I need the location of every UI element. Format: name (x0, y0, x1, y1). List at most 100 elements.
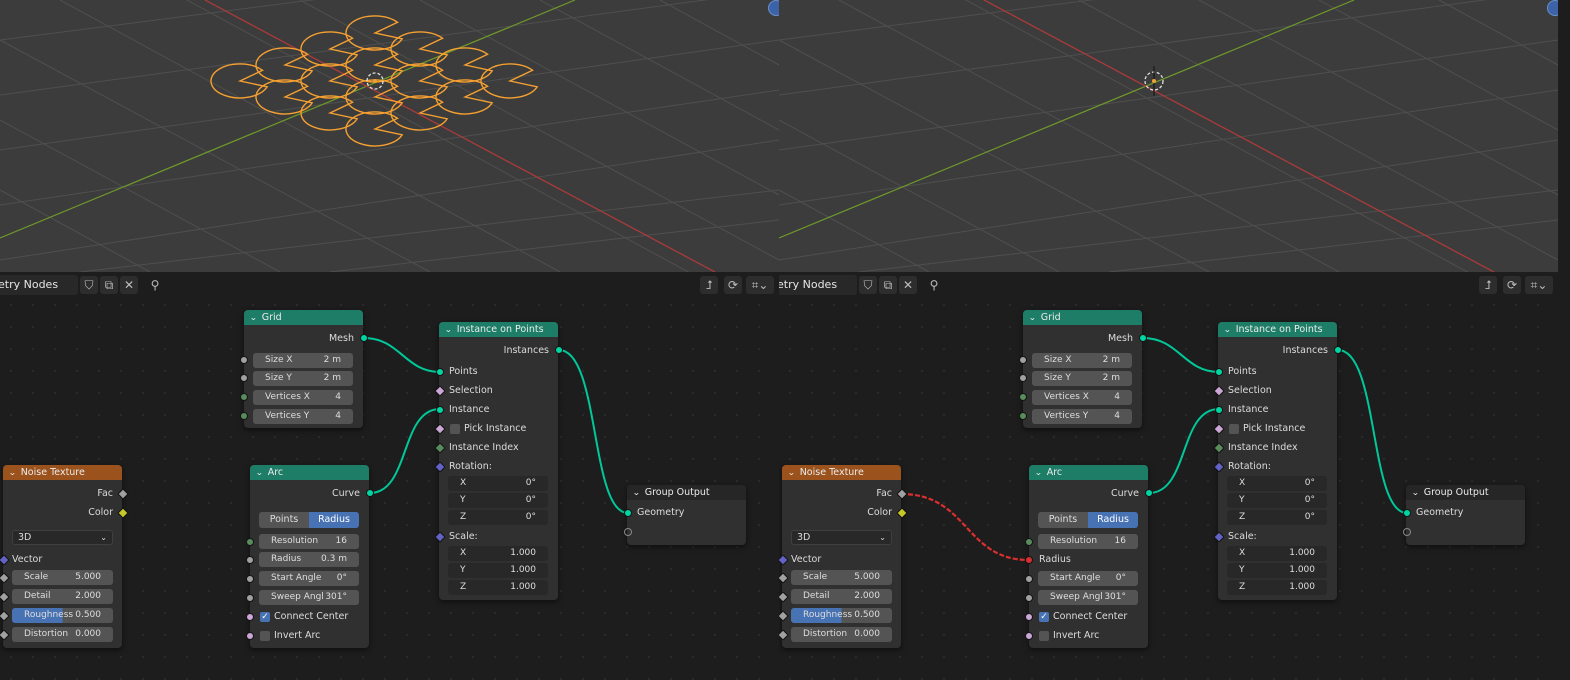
pin-icon[interactable]: ⚲ (925, 276, 943, 294)
pick-instance-checkbox[interactable] (1229, 424, 1239, 434)
radius-field[interactable]: Radius 0.3 m (259, 552, 359, 567)
socket-geometry-in[interactable] (624, 509, 632, 517)
mode-radius-button[interactable]: Radius (1088, 512, 1138, 528)
collapse-chevron-icon[interactable]: ⌄ (1028, 310, 1036, 325)
scale-x-field[interactable]: X 1.000 (448, 546, 548, 561)
duplicate-icon[interactable]: ⧉ (879, 276, 897, 294)
socket-vertices-x[interactable] (240, 393, 248, 401)
snap-icon[interactable]: ⟳ (1503, 276, 1521, 294)
scale-y-field[interactable]: Y 1.000 (1227, 563, 1327, 578)
socket-empty-in[interactable] (624, 528, 632, 536)
dimensions-dropdown[interactable]: 3D ⌄ (12, 530, 113, 545)
socket-mesh-out[interactable] (360, 334, 368, 342)
3d-viewport-right[interactable] (779, 0, 1558, 272)
vertices-x-field[interactable]: Vertices X4 (253, 390, 353, 405)
node-editor-right[interactable]: etry Nodes ⛉ ⧉ ✕ ⚲ ⮥ ⟳ ⌗⌄ ⌄ Grid Mesh Siz… (779, 272, 1558, 680)
scale-field[interactable]: Scale 5.000 (791, 570, 892, 585)
resolution-field[interactable]: Resolution 16 (1038, 534, 1138, 549)
scale-y-field[interactable]: Y 1.000 (448, 563, 548, 578)
detail-field[interactable]: Detail 2.000 (791, 589, 892, 604)
node-editor-left[interactable]: etry Nodes ⛉ ⧉ ✕ ⚲ ⮥ ⟳ ⌗⌄ ⌄ Grid Mesh Siz… (0, 272, 779, 680)
start-angle-field[interactable]: Start Angle 0° (259, 571, 359, 586)
shield-icon[interactable]: ⛉ (859, 276, 877, 294)
node-header[interactable]: ⌄ Instance on Points (1218, 322, 1337, 337)
connect-center-checkbox[interactable]: ✓ (260, 612, 270, 622)
rotation-y-field[interactable]: Y 0° (448, 493, 548, 508)
node-header[interactable]: ⌄ Arc (250, 465, 369, 480)
socket-start-angle-in[interactable] (1025, 575, 1033, 583)
navigation-gizmo-right[interactable] (1547, 0, 1558, 16)
collapse-chevron-icon[interactable]: ⌄ (444, 322, 452, 337)
socket-instances-out[interactable] (1334, 346, 1342, 354)
node-tree-name[interactable]: etry Nodes (0, 275, 78, 295)
close-icon[interactable]: ✕ (120, 276, 138, 294)
3d-viewport-left[interactable] (0, 0, 779, 272)
socket-instance-in[interactable] (436, 406, 444, 414)
node-tree-name[interactable]: etry Nodes (779, 275, 857, 295)
node-header[interactable]: ⌄ Arc (1029, 465, 1148, 480)
socket-connect-center-in[interactable] (1025, 613, 1033, 621)
pick-instance-checkbox[interactable] (450, 424, 460, 434)
socket-radius-in[interactable] (1025, 556, 1033, 564)
socket-empty-in[interactable] (1403, 528, 1411, 536)
socket-size-x[interactable] (1019, 356, 1027, 364)
group-output-node[interactable]: ⌄ Group Output Geometry (627, 485, 746, 545)
collapse-chevron-icon[interactable]: ⌄ (787, 465, 795, 480)
connect-center-checkbox[interactable]: ✓ (1039, 612, 1049, 622)
sweep-angle-field[interactable]: Sweep Angl 301° (259, 590, 359, 605)
socket-radius-in[interactable] (246, 556, 254, 564)
socket-geometry-in[interactable] (1403, 509, 1411, 517)
start-angle-field[interactable]: Start Angle 0° (1038, 571, 1138, 586)
scale-field[interactable]: Scale 5.000 (12, 570, 113, 585)
mode-points-button[interactable]: Points (259, 512, 309, 528)
roughness-field[interactable]: Roughness 0.500 (791, 608, 892, 623)
socket-instance-in[interactable] (1215, 406, 1223, 414)
close-icon[interactable]: ✕ (899, 276, 917, 294)
rotation-z-field[interactable]: Z 0° (448, 510, 548, 525)
node-header[interactable]: ⌄ Group Output (627, 485, 746, 500)
collapse-chevron-icon[interactable]: ⌄ (1223, 322, 1231, 337)
vertices-x-field[interactable]: Vertices X4 (1032, 390, 1132, 405)
scale-z-field[interactable]: Z 1.000 (448, 580, 548, 595)
collapse-chevron-icon[interactable]: ⌄ (255, 465, 263, 480)
node-header[interactable]: ⌄ Noise Texture (3, 465, 122, 480)
node-header[interactable]: ⌄ Grid (1023, 310, 1142, 325)
invert-arc-checkbox[interactable] (260, 631, 270, 641)
rotation-z-field[interactable]: Z 0° (1227, 510, 1327, 525)
socket-points-in[interactable] (436, 368, 444, 376)
overlay-icon[interactable]: ⌗⌄ (746, 276, 774, 294)
socket-invert-arc-in[interactable] (1025, 632, 1033, 640)
grid-node[interactable]: ⌄ Grid Mesh Size X2 m Size Y2 m Vertices … (244, 310, 363, 428)
collapse-chevron-icon[interactable]: ⌄ (249, 310, 257, 325)
size-y-field[interactable]: Size Y2 m (1032, 371, 1132, 386)
socket-mesh-out[interactable] (1139, 334, 1147, 342)
size-y-field[interactable]: Size Y2 m (253, 371, 353, 386)
detail-field[interactable]: Detail 2.000 (12, 589, 113, 604)
invert-arc-checkbox[interactable] (1039, 631, 1049, 641)
resolution-field[interactable]: Resolution 16 (259, 534, 359, 549)
socket-points-in[interactable] (1215, 368, 1223, 376)
dimensions-dropdown[interactable]: 3D ⌄ (791, 530, 892, 545)
sweep-angle-field[interactable]: Sweep Angl 301° (1038, 590, 1138, 605)
socket-vertices-y[interactable] (240, 412, 248, 420)
group-output-node[interactable]: ⌄ Group Output Geometry (1406, 485, 1525, 545)
duplicate-icon[interactable]: ⧉ (100, 276, 118, 294)
overlay-icon[interactable]: ⌗⌄ (1525, 276, 1553, 294)
instance-on-points-node[interactable]: ⌄ Instance on Points Instances Points Sel… (1218, 322, 1337, 600)
socket-resolution-in[interactable] (246, 538, 254, 546)
vertices-y-field[interactable]: Vertices Y4 (253, 409, 353, 424)
socket-resolution-in[interactable] (1025, 538, 1033, 546)
parent-arrow-icon[interactable]: ⮥ (700, 276, 718, 294)
node-header[interactable]: ⌄ Instance on Points (439, 322, 558, 337)
mode-points-button[interactable]: Points (1038, 512, 1088, 528)
rotation-x-field[interactable]: X 0° (448, 476, 548, 491)
node-header[interactable]: ⌄ Group Output (1406, 485, 1525, 500)
socket-connect-center-in[interactable] (246, 613, 254, 621)
collapse-chevron-icon[interactable]: ⌄ (1411, 485, 1419, 500)
scale-x-field[interactable]: X 1.000 (1227, 546, 1327, 561)
vertices-y-field[interactable]: Vertices Y4 (1032, 409, 1132, 424)
socket-invert-arc-in[interactable] (246, 632, 254, 640)
collapse-chevron-icon[interactable]: ⌄ (632, 485, 640, 500)
instance-on-points-node[interactable]: ⌄ Instance on Points Instances Points Sel… (439, 322, 558, 600)
socket-size-x[interactable] (240, 356, 248, 364)
